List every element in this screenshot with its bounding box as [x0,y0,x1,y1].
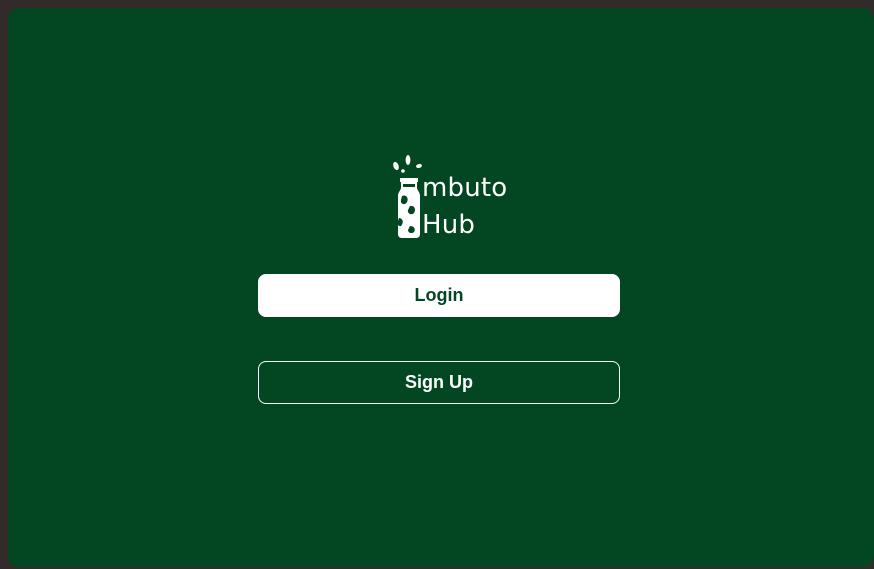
login-button[interactable]: Login [258,274,620,317]
milk-bottle-icon [393,155,422,238]
brand-name: mbuto Hub [422,170,507,244]
brand-name-line2: Hub [422,210,476,240]
brand-name-line1: mbuto [422,173,508,203]
app-logo: mbuto Hub [386,146,526,246]
welcome-screen: mbuto Hub Login Sign Up [8,8,874,567]
sign-up-button[interactable]: Sign Up [258,361,620,404]
